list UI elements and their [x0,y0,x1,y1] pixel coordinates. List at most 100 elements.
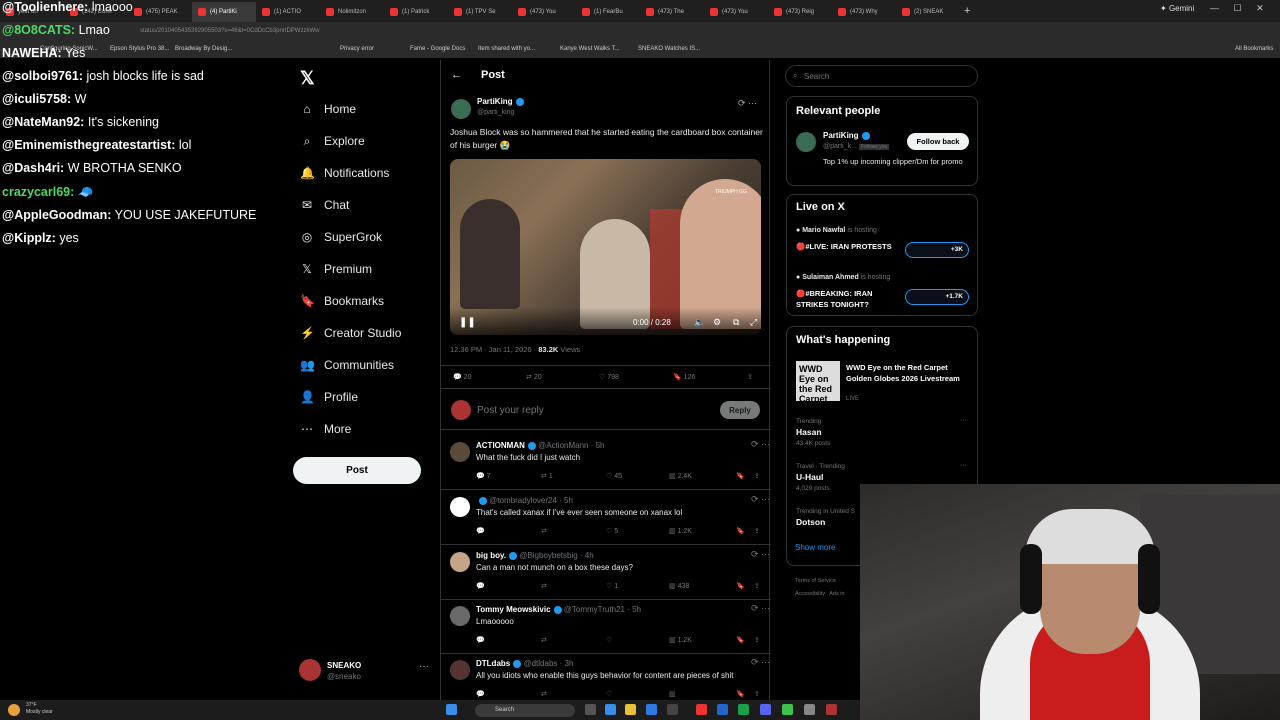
reply-input[interactable]: Post your reply [477,405,544,416]
comment-repost[interactable]: ⇄ 1 [541,472,553,480]
settings-icon[interactable]: ⚙ [713,317,721,328]
comment-item[interactable]: @tombradylover24 · 5h That's called xanax… [441,491,771,545]
fullscreen-icon[interactable]: ⤢ [750,317,757,328]
browser-tab[interactable]: (473) Why [832,2,896,22]
search-input[interactable]: ⌕ Search [785,65,978,87]
comment-author[interactable]: Tommy Meowskivic @TommyTruth21 · 5h [476,605,641,614]
reply-button[interactable]: Reply [720,401,760,419]
more-dots-icon[interactable]: ··· [960,462,967,469]
trend-item[interactable]: Trending Hasan 43.4K posts [796,417,830,449]
avatar[interactable] [450,497,470,517]
bookmark-item[interactable]: Fame - Google Docs [410,46,465,52]
comment-repost[interactable]: ⇄ [541,636,547,644]
window-controls[interactable]: — ☐ ✕ [1210,3,1264,14]
follow-back-button[interactable]: Follow back [907,133,969,150]
bookmark-item[interactable]: Privacy error [340,46,374,52]
comment-repost[interactable]: ⇄ [541,690,547,698]
avatar[interactable] [450,606,470,626]
browser-tab[interactable]: (2) SNEAK [896,2,960,22]
comment-item[interactable]: Tommy Meowskivic @TommyTruth21 · 5h Lmaoo… [441,600,771,654]
discord-icon[interactable] [760,704,771,715]
comment-author[interactable]: @tombradylover24 · 5h [476,496,573,505]
edge-icon[interactable] [646,704,657,715]
trend-item[interactable]: Travel · Trending U-Haul 4,029 posts [796,462,845,494]
comment-bookmark-icon[interactable]: 🔖 [736,636,745,644]
nav-item-more[interactable]: ⋯ More [300,419,351,439]
bookmark-item[interactable]: SNEAKO Watches IS... [638,46,700,52]
browser-tab[interactable]: (1) Patrick [384,2,448,22]
comment-repost[interactable]: ⇄ [541,582,547,590]
comment-bookmark-icon[interactable]: 🔖 [736,472,745,480]
comment-views[interactable]: ▥ 1.2K [669,636,692,644]
comment-bookmark-icon[interactable]: 🔖 [736,690,745,698]
comment-reply[interactable]: 💬 7 [476,472,491,480]
author-name[interactable]: PartiKing [477,97,524,106]
comment-item[interactable]: ACTIONMAN @ActionMann · 5h What the fuck … [441,436,771,490]
browser-tab[interactable]: (473) Reig [768,2,832,22]
comment-author[interactable]: big boy. @Bigboybetsbig · 4h [476,551,594,560]
live-listeners-1[interactable]: +3K [905,242,969,258]
show-more-link[interactable]: Show more [795,543,835,552]
bookmark-action[interactable]: 🔖 126 [673,373,695,381]
account-switcher[interactable]: SNEAKO @sneako ··· [299,659,439,683]
windows-start-icon[interactable] [446,704,457,715]
comment-views[interactable]: ▥ [669,690,676,698]
like-action[interactable]: ♡ 798 [599,373,619,381]
comment-bookmark-icon[interactable]: 🔖 [736,527,745,535]
browser-tab[interactable]: (1) FearBu [576,2,640,22]
avatar[interactable] [796,132,816,152]
pause-icon[interactable]: ❚❚ [459,317,476,328]
chrome-icon[interactable] [696,704,707,715]
app-icon[interactable] [667,704,678,715]
comment-item[interactable]: big boy. @Bigboybetsbig · 4h Can a man no… [441,546,771,600]
footer-link[interactable]: Terms of Service [795,578,836,584]
browser-tab[interactable]: (1) TPV Se [448,2,512,22]
taskbar-search[interactable]: Search [475,704,575,717]
app-icon[interactable] [804,704,815,715]
comment-views[interactable]: ▥ 438 [669,582,689,590]
live-title-2[interactable]: 🔴#BREAKING: IRAN STRIKES TONIGHT? [796,288,896,310]
author-avatar[interactable] [451,99,471,119]
comment-repost[interactable]: ⇄ [541,527,547,535]
nav-item-communities[interactable]: 👥 Communities [300,355,394,375]
comment-views[interactable]: ▥ 1.2K [669,527,692,535]
nav-item-bookmarks[interactable]: 🔖 Bookmarks [300,291,384,311]
comment-like[interactable]: ♡ [606,690,612,698]
more-dots-icon[interactable]: ⟳ ··· [751,549,770,560]
event-thumbnail[interactable]: WWD Eye on the Red Carpet [796,361,840,404]
comment-reply[interactable]: 💬 [476,636,485,644]
app-icon[interactable] [826,704,837,715]
gemini-button[interactable]: ✦ Gemini [1160,4,1194,13]
new-tab-icon[interactable]: + [964,5,970,17]
comment-share-icon[interactable]: ⇪ [754,690,760,698]
comment-views[interactable]: ▥ 2.4K [669,472,692,480]
browser-tab[interactable]: (473) The [640,2,704,22]
comment-bookmark-icon[interactable]: 🔖 [736,582,745,590]
browser-tab[interactable]: (473) You [512,2,576,22]
more-dots-icon[interactable]: ··· [960,417,967,424]
comment-reply[interactable]: 💬 [476,582,485,590]
nav-item-premium[interactable]: 𝕏 Premium [300,259,372,279]
more-dots-icon[interactable]: ⟳ ··· [751,439,770,450]
relevant-name[interactable]: PartiKing [823,131,870,140]
all-bookmarks[interactable]: All Bookmarks [1235,46,1273,52]
video-player[interactable]: TRIUMPH GG ❚❚ 0:00 / 0:28 🔈 ⚙ ⧉ ⤢ [450,159,761,335]
taskview-icon[interactable] [585,704,596,715]
event-title[interactable]: WWD Eye on the Red Carpet Golden Globes … [846,362,971,384]
app-icon[interactable] [738,704,749,715]
weather-widget[interactable]: 37°F Mostly clear [26,702,53,716]
repost-action[interactable]: ⇄ 20 [526,373,542,381]
bookmark-item[interactable]: Item shared with yo... [478,46,535,52]
more-dots-icon[interactable]: ⟳ ··· [751,494,770,505]
more-dots-icon[interactable]: ⟳ ··· [751,657,770,668]
bookmark-item[interactable]: Kanye West Walks T... [560,46,620,52]
app-icon[interactable] [782,704,793,715]
share-icon[interactable]: ⇪ [747,373,753,381]
comment-share-icon[interactable]: ⇪ [754,472,760,480]
avatar[interactable] [450,552,470,572]
more-dots-icon[interactable]: ⟳ ··· [751,603,770,614]
footer-link[interactable]: Accessibility [795,591,825,597]
post-menu-icon[interactable]: ⟳ ··· [738,98,757,109]
post-button[interactable]: Post [293,457,421,484]
reply-action[interactable]: 💬 20 [453,373,471,381]
